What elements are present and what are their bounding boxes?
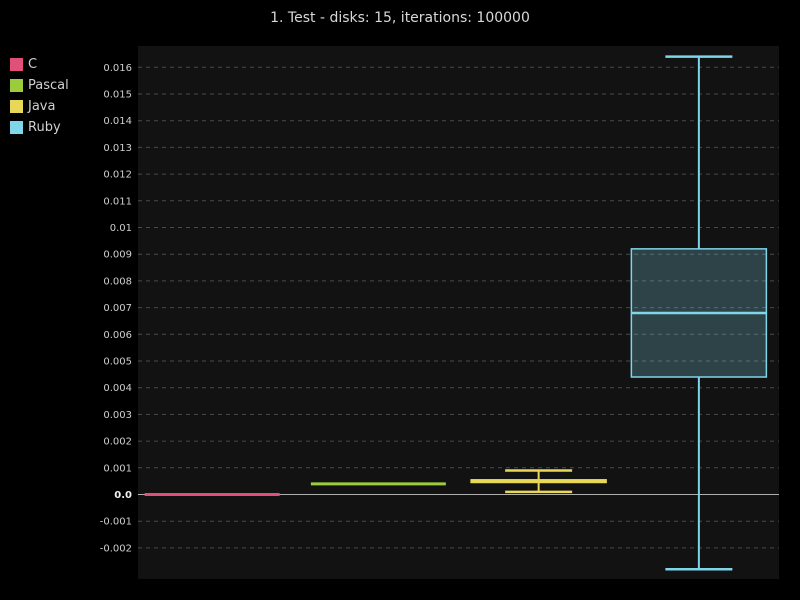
y-tick-label: 0.012	[103, 170, 132, 181]
y-tick-label: 0.005	[103, 357, 132, 368]
y-tick-label: 0.008	[103, 276, 132, 287]
y-tick-label: 0.013	[103, 143, 132, 154]
y-tick-label: 0.007	[103, 303, 132, 314]
y-tick-label: 0.004	[103, 383, 132, 394]
y-tick-label: 0.014	[103, 116, 132, 127]
boxplot-chart: 0.016 0.015 0.014 0.013 0.012 0.011 0.01 0.009 0…	[100, 46, 779, 579]
y-tick-label: 0.0	[114, 490, 132, 501]
y-tick-label: 0.003	[103, 410, 132, 421]
y-tick-label: 0.016	[103, 63, 132, 74]
y-tick-label: 0.006	[103, 330, 132, 341]
y-tick-label: 0.002	[103, 437, 132, 448]
y-tick-label: 0.011	[103, 196, 132, 207]
y-tick-label: 0.015	[103, 90, 132, 101]
y-tick-label: 0.001	[103, 463, 132, 474]
y-tick-label: 0.009	[103, 250, 132, 261]
y-tick-label: 0.01	[110, 223, 132, 234]
y-tick-label: -0.001	[100, 517, 132, 528]
y-tick-label: -0.002	[100, 543, 132, 554]
